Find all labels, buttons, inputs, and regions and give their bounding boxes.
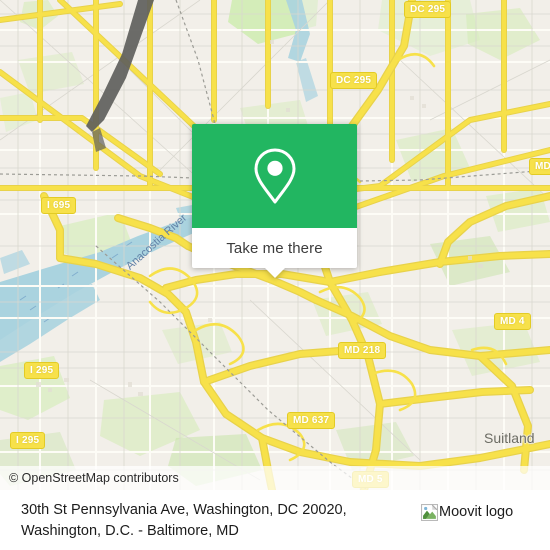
road-shield: I 295 [24, 362, 60, 379]
popup-tail-pointer [264, 268, 285, 278]
map-pin-icon [254, 148, 295, 204]
popup-header [192, 124, 357, 228]
road-shield: I 295 [10, 432, 46, 449]
popup-footer[interactable]: Take me there [192, 228, 357, 278]
road-shield: DC 295 [330, 72, 378, 89]
road-shield: MD 218 [338, 342, 387, 359]
address-line-1: 30th St Pennsylvania Ave, Washington, DC… [21, 502, 347, 518]
logo-alt-text: Moovit logo [439, 504, 514, 520]
caption-bar: 30th St Pennsylvania Ave, Washington, DC… [0, 490, 550, 550]
location-popup[interactable]: Take me there [192, 124, 357, 278]
logo-slot: Moovit logo [421, 500, 531, 523]
road-shield: MD 4 [494, 313, 531, 330]
take-me-there-label: Take me there [226, 239, 323, 257]
address-line-2: Washington, D.C. - Baltimore, MD [21, 523, 239, 539]
map-canvas[interactable]: .rd-major { stroke:#f7e14a; fill:none; s… [0, 0, 550, 490]
address-caption: 30th St Pennsylvania Ave, Washington, DC… [21, 500, 421, 542]
map-attribution[interactable]: © OpenStreetMap contributors [0, 466, 550, 490]
road-shield: MD 637 [287, 412, 336, 429]
broken-image-icon [421, 504, 438, 521]
road-shield: I 695 [41, 197, 77, 214]
place-label-suitland: Suitland [484, 430, 535, 446]
road-shield: DC 295 [404, 1, 452, 18]
map-result-page: .rd-major { stroke:#f7e14a; fill:none; s… [0, 0, 550, 550]
road-shield: MD [529, 158, 550, 175]
